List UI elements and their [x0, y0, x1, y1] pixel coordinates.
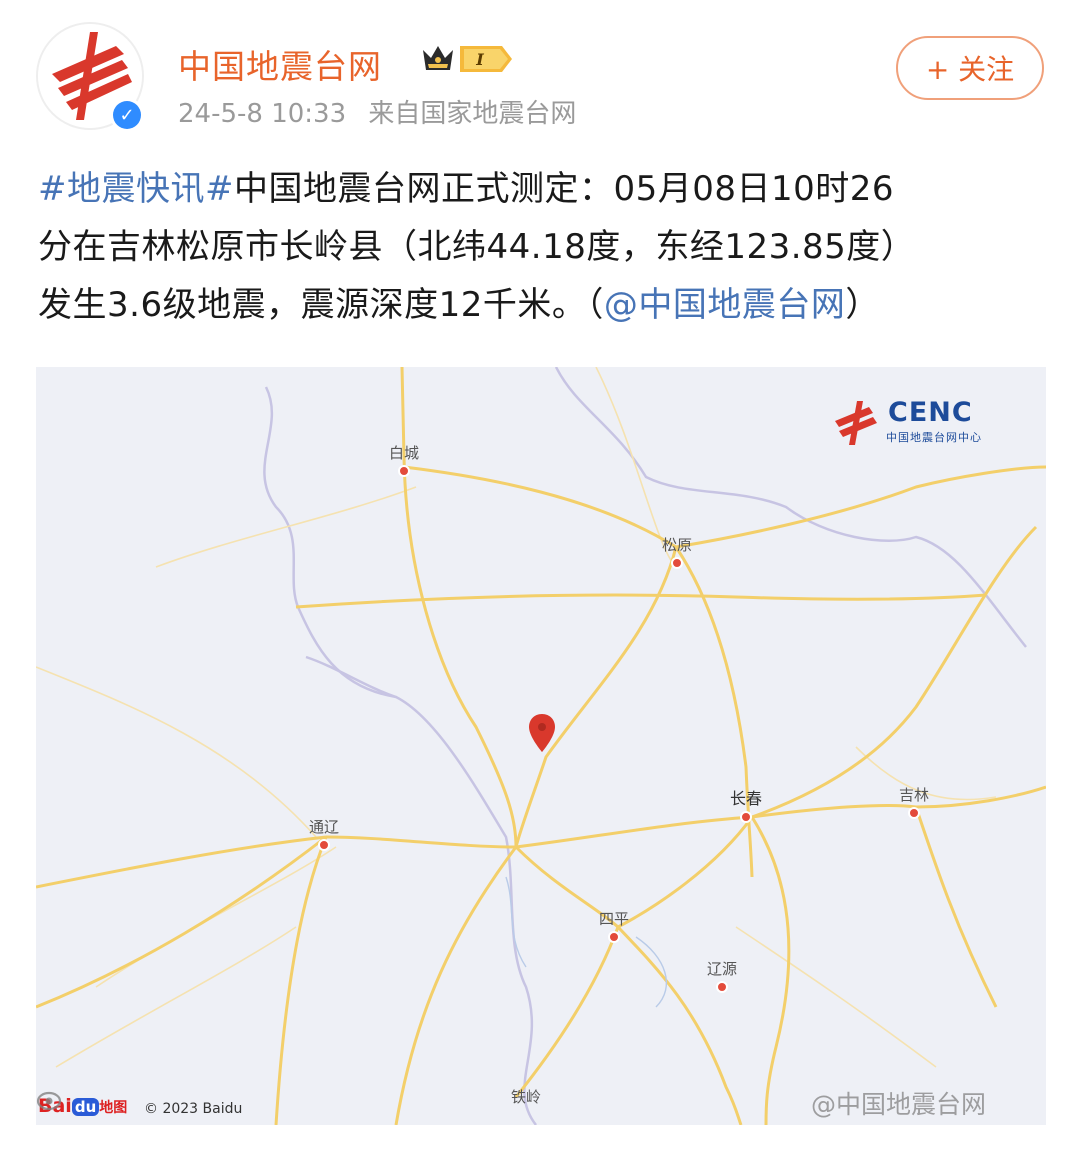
verified-mark: ✓: [113, 101, 141, 129]
city-dot-changchun: [740, 811, 752, 823]
city-dot-baicheng: [398, 465, 410, 477]
city-dot-tongliao: [318, 839, 330, 851]
city-label: 长春: [729, 789, 763, 808]
mention-link[interactable]: @中国地震台网: [604, 285, 846, 325]
city-label: 四平: [598, 910, 630, 928]
post-text-2: 分在吉林松原市长岭县（北纬44.18度，东经123.85度）: [38, 227, 916, 267]
cenc-logo-text: CENC: [888, 397, 973, 428]
city-label: 辽源: [706, 960, 738, 978]
post-text-3-close: ）: [845, 285, 880, 325]
weibo-watermark: @中国地震台网: [811, 1090, 987, 1119]
city-label: 吉林: [898, 786, 930, 804]
city-dot-jilin: [908, 807, 920, 819]
post-text-3: 发生3.6级地震，震源深度12千米。（: [38, 285, 604, 325]
map-pin-icon: [529, 714, 555, 752]
cenc-logo-subtitle: 中国地震台网中心: [886, 431, 982, 444]
post-line-1: #地震快讯#中国地震台网正式测定：05月08日10时26: [38, 160, 1048, 218]
vip-level-label: I: [475, 50, 484, 69]
verified-badge-icon: ✓: [110, 98, 144, 132]
city-label: 白城: [388, 444, 420, 462]
city-label: 松原: [661, 536, 693, 554]
post-text-1: 中国地震台网正式测定：05月08日10时26: [233, 169, 895, 209]
city-label: 铁岭: [510, 1088, 542, 1106]
timestamp: 24-5-8 10:33: [178, 99, 347, 129]
follow-button[interactable]: + 关注: [896, 36, 1044, 100]
map-copyright: © 2023 Baidu: [144, 1101, 243, 1117]
post-meta: 24-5-8 10:33 来自国家地震台网: [178, 93, 576, 130]
baidu-map-label: 地图: [99, 1100, 128, 1116]
city-dot-liaoyuan: [716, 981, 728, 993]
hashtag-link[interactable]: #地震快讯#: [38, 169, 234, 209]
weibo-eye-icon: [36, 1091, 62, 1111]
baidu-logo-du: du: [71, 1098, 100, 1116]
city-dot-songyuan: [671, 557, 683, 569]
city-dot-siping: [608, 931, 620, 943]
map-image[interactable]: CENC 中国地震台网中心 白城 松原 长春 吉林 通辽 四平 辽源 铁岭 Ba…: [36, 367, 1046, 1125]
city-label: 通辽: [308, 818, 340, 836]
post-body: #地震快讯#中国地震台网正式测定：05月08日10时26 分在吉林松原市长岭县（…: [38, 160, 1048, 334]
cenc-mark-icon: [835, 401, 877, 445]
post-source: 来自国家地震台网: [368, 99, 577, 129]
vip-level-badge: I: [460, 46, 512, 72]
post-line-3: 发生3.6级地震，震源深度12千米。（@中国地震台网）: [38, 276, 1048, 334]
crown-icon: [423, 46, 453, 70]
username[interactable]: 中国地震台网: [178, 40, 382, 88]
